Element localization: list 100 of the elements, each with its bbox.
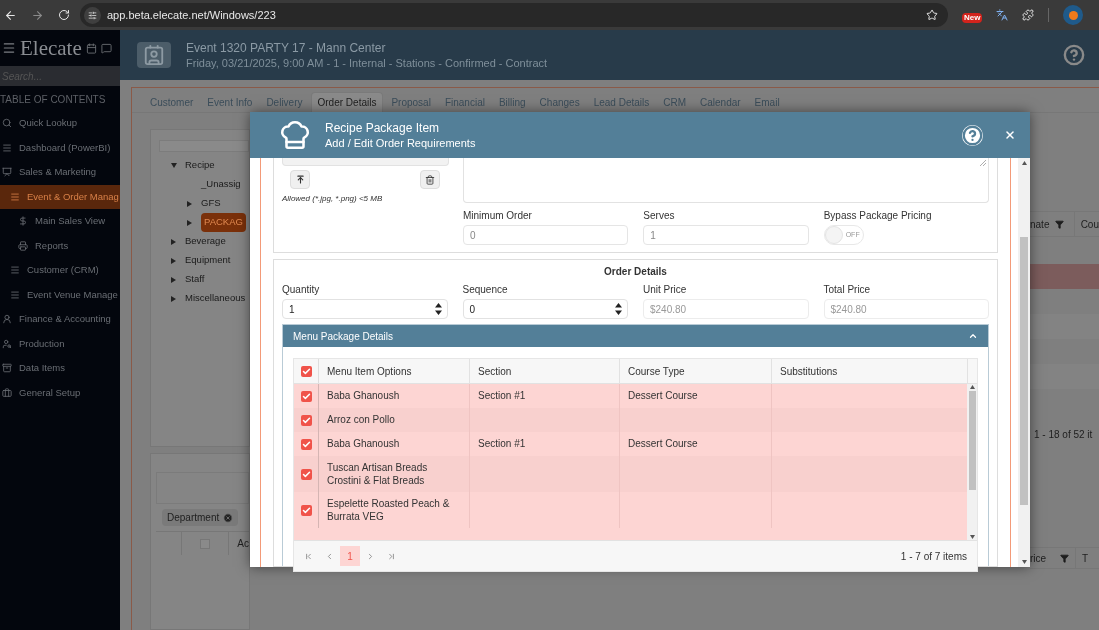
last-page-icon[interactable] [387, 551, 396, 561]
translate-icon[interactable] [996, 9, 1009, 21]
sidebar-item[interactable]: Finance & Accounting [0, 307, 120, 332]
scrollbar[interactable] [967, 384, 977, 540]
tab[interactable]: Calendar [694, 92, 747, 112]
remove-icon[interactable] [223, 512, 234, 523]
sidebar-item[interactable]: Main Sales View [0, 209, 120, 234]
column-header[interactable]: Ac [229, 536, 249, 551]
help-icon[interactable] [962, 124, 983, 146]
file-field[interactable] [282, 158, 449, 166]
field-label: Unit Price [643, 283, 688, 297]
sidebar-item[interactable]: Dashboard (PowerBI) [0, 135, 120, 160]
bookmark-star-icon[interactable] [926, 9, 938, 21]
tab[interactable]: Proposal [385, 92, 437, 112]
sidebar-item[interactable]: Sales & Marketing [0, 160, 120, 185]
sidebar-item[interactable]: Event Venue Manage [0, 282, 120, 307]
next-page-icon[interactable] [366, 551, 375, 561]
tab[interactable]: Financial [438, 92, 491, 112]
resize-handle-icon[interactable] [980, 160, 986, 166]
chat-icon[interactable] [100, 42, 112, 54]
tree-item[interactable]: Recipe [185, 158, 215, 173]
tree-item[interactable]: Equipment [185, 253, 231, 268]
collapsed-arrow-icon[interactable] [187, 219, 192, 226]
delete-button[interactable] [420, 170, 440, 189]
collapsed-arrow-icon[interactable] [171, 295, 176, 302]
site-info-icon[interactable] [84, 6, 101, 24]
checkbox[interactable] [300, 390, 312, 402]
address-bar[interactable]: app.beta.elecate.net/Windows/223 [80, 3, 948, 27]
forward-icon[interactable] [31, 8, 44, 22]
sidebar-item[interactable]: General Setup [0, 380, 120, 405]
sidebar-item[interactable]: Reports [0, 233, 120, 258]
sidebar-item[interactable]: Data Items [0, 356, 120, 381]
tab[interactable]: Order Details [310, 92, 384, 112]
menu-item-icon [2, 118, 12, 129]
tree-item[interactable]: Beverage [185, 234, 226, 249]
sidebar-item[interactable]: Quick Lookup [0, 111, 120, 136]
number-field[interactable]: 1 [282, 299, 448, 319]
checkbox[interactable] [300, 365, 312, 377]
table-cell-text: Espelette Roasted Peach & Burrata VEG [327, 497, 451, 523]
tab[interactable]: Lead Details [587, 92, 656, 112]
collapsed-arrow-icon[interactable] [171, 238, 176, 245]
table-cell-text: Section #1 [478, 437, 527, 450]
table-row[interactable]: Tuscan Artisan Breads Crostini & Flat Breads [294, 456, 967, 492]
checkbox[interactable] [300, 438, 312, 450]
sidebar-item[interactable]: Customer (CRM) [0, 258, 120, 283]
tree-item[interactable]: GFS [201, 196, 221, 211]
column-header[interactable]: Section [470, 359, 620, 383]
tree-item[interactable]: Miscellaneous [185, 291, 246, 306]
column-header[interactable]: Course Type [620, 359, 772, 383]
menu-icon[interactable] [2, 41, 16, 55]
tab[interactable]: Changes [533, 92, 586, 112]
tree-item[interactable]: PACKAG [201, 213, 246, 232]
collapsed-arrow-icon[interactable] [187, 200, 192, 207]
extensions-icon[interactable] [1022, 9, 1035, 21]
tab[interactable]: Billing [492, 92, 532, 112]
checkbox[interactable] [300, 504, 312, 516]
extension-badge[interactable]: New [962, 12, 983, 23]
profile-avatar[interactable] [1063, 5, 1084, 25]
reload-icon[interactable] [58, 9, 70, 21]
close-icon[interactable] [1004, 129, 1016, 141]
column-header[interactable]: rice [1030, 550, 1075, 566]
back-icon[interactable] [4, 8, 17, 22]
checkbox[interactable] [300, 414, 312, 426]
file-hint: Allowed (*.jpg, *.png) <5 MB [282, 193, 384, 205]
filter-chip[interactable]: Department [162, 509, 239, 526]
spinner-arrows-icon[interactable] [615, 303, 622, 315]
sidebar-item[interactable]: Event & Order Manag [0, 184, 120, 209]
page-button[interactable]: 1 [340, 546, 360, 566]
first-page-icon[interactable] [304, 551, 313, 561]
chevron-up-icon[interactable] [968, 331, 978, 341]
tab[interactable]: Email [748, 92, 786, 112]
scrollbar[interactable] [1018, 158, 1030, 567]
spinner-arrows-icon[interactable] [434, 303, 442, 315]
filter-icon[interactable] [1055, 219, 1065, 229]
tab[interactable]: Customer [144, 92, 200, 112]
column-header[interactable]: Cou [1073, 212, 1099, 236]
previous-page-icon[interactable] [325, 551, 334, 561]
sidebar-item[interactable]: Production [0, 331, 120, 356]
calendar-icon[interactable] [85, 42, 97, 54]
collapsed-arrow-icon[interactable] [171, 257, 176, 264]
column-header[interactable]: Substitutions [772, 359, 967, 383]
table-row[interactable]: Arroz con Pollo [294, 408, 967, 432]
checkbox[interactable] [300, 468, 312, 480]
filter-icon[interactable] [1060, 553, 1070, 563]
tab[interactable]: Event Info [201, 92, 259, 112]
scroll-down-icon[interactable] [1021, 560, 1027, 564]
package-panel-header[interactable]: Menu Package Details [283, 325, 988, 347]
tab[interactable]: Delivery [260, 92, 309, 112]
column-header[interactable]: Menu Item Options [319, 359, 470, 383]
column-header[interactable]: nate [1030, 216, 1074, 232]
tree-item[interactable]: Staff [185, 272, 205, 287]
column-header[interactable]: T [1075, 548, 1089, 568]
scroll-up-icon[interactable] [1021, 161, 1027, 165]
tab[interactable]: CRM [657, 92, 692, 112]
help-icon[interactable] [1063, 44, 1085, 66]
number-field[interactable]: 0 [462, 299, 628, 319]
upload-button[interactable] [290, 170, 310, 189]
expanded-arrow-icon[interactable] [171, 163, 177, 168]
collapsed-arrow-icon[interactable] [171, 276, 176, 283]
tree-item[interactable]: _Unassig [201, 177, 241, 192]
